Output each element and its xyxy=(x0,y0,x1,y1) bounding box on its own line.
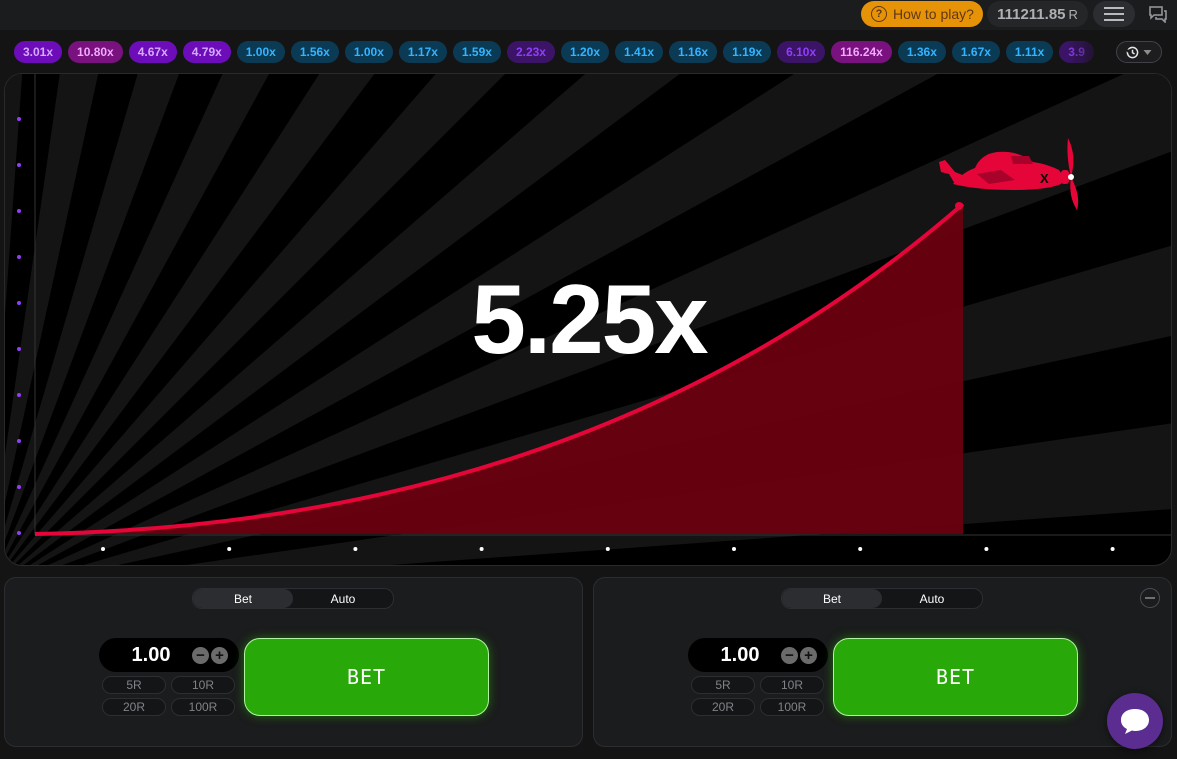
history-multiplier: 1.11x xyxy=(1005,41,1054,63)
x-axis-dot xyxy=(605,547,610,551)
quick-bet-100[interactable]: 100R xyxy=(760,698,824,716)
history-multiplier: 1.36x xyxy=(897,41,946,63)
x-axis-dot xyxy=(858,547,863,551)
bet-button[interactable]: BET xyxy=(244,638,489,716)
history-bar: 3.01x 10.80x 4.67x 4.79x 1.00x 1.56x 1.00x 1.17… xyxy=(0,30,1177,74)
x-axis-dot xyxy=(984,547,989,551)
history-multiplier: 1.00x xyxy=(344,41,393,63)
history-multiplier: 4.67x xyxy=(128,41,177,63)
how-to-play-label: How to play? xyxy=(893,6,974,22)
quick-bet-5[interactable]: 5R xyxy=(102,676,166,694)
bet-panel-2: Bet Auto − + 5R 10R 20R 100R BET xyxy=(593,577,1172,747)
balance-display: 111211.85 R xyxy=(987,1,1088,27)
history-list: 3.01x 10.80x 4.67x 4.79x 1.00x 1.56x 1.00x 1.17… xyxy=(14,41,1110,63)
y-axis-dot xyxy=(17,255,21,259)
tab-auto[interactable]: Auto xyxy=(293,589,393,608)
tab-auto[interactable]: Auto xyxy=(882,589,982,608)
history-multiplier: 1.16x xyxy=(669,41,718,63)
stake-input[interactable] xyxy=(115,638,187,672)
stake-input[interactable] xyxy=(704,638,776,672)
increase-stake-button[interactable]: + xyxy=(800,647,817,664)
question-icon: ? xyxy=(871,6,887,22)
x-axis-dot xyxy=(227,547,232,551)
decrease-stake-button[interactable]: − xyxy=(192,647,209,664)
history-multiplier: 2.23x xyxy=(506,41,555,63)
history-toggle-button[interactable] xyxy=(1116,41,1162,63)
history-multiplier: 3.9 xyxy=(1059,41,1094,63)
balance-currency: R xyxy=(1068,6,1078,22)
tab-bet[interactable]: Bet xyxy=(193,589,293,608)
history-icon xyxy=(1126,46,1139,58)
history-multiplier: 1.56x xyxy=(290,41,339,63)
history-multiplier: 1.59x xyxy=(452,41,501,63)
quick-bet-10[interactable]: 10R xyxy=(760,676,824,694)
x-axis-dot xyxy=(479,547,484,551)
chevron-down-icon xyxy=(1143,49,1152,55)
x-axis-dot xyxy=(101,547,105,551)
chat-button[interactable] xyxy=(1107,693,1163,749)
y-axis-dot xyxy=(17,439,21,443)
history-multiplier: 1.00x xyxy=(236,41,285,63)
history-multiplier: 6.10x xyxy=(777,41,826,63)
quick-bet-20[interactable]: 20R xyxy=(691,698,755,716)
quick-bet-20[interactable]: 20R xyxy=(102,698,166,716)
x-axis-dot xyxy=(732,547,736,551)
bet-mode-tabs: Bet Auto xyxy=(192,588,394,609)
x-axis-dot xyxy=(1110,547,1115,551)
balance-amount: 111211.85 xyxy=(997,5,1066,23)
remove-panel-button[interactable] xyxy=(1140,588,1160,608)
chat-toggle-button[interactable] xyxy=(1142,1,1174,27)
bet-button[interactable]: BET xyxy=(833,638,1078,716)
y-axis-dot xyxy=(17,209,21,213)
game-canvas: X 5.25x xyxy=(4,73,1172,566)
y-axis-dot xyxy=(17,163,21,167)
history-multiplier: 116.24x xyxy=(831,41,892,63)
history-multiplier: 10.80x xyxy=(68,41,123,63)
tab-bet[interactable]: Bet xyxy=(782,589,882,608)
y-axis-dot xyxy=(17,393,21,397)
quick-bet-100[interactable]: 100R xyxy=(171,698,235,716)
history-multiplier: 4.79x xyxy=(182,41,231,63)
stake-stepper: − + xyxy=(688,638,828,672)
hamburger-icon xyxy=(1104,7,1124,21)
history-multiplier: 3.01x xyxy=(14,41,63,63)
how-to-play-button[interactable]: ? How to play? xyxy=(861,1,983,27)
bet-mode-tabs: Bet Auto xyxy=(781,588,983,609)
current-multiplier: 5.25x xyxy=(471,264,708,374)
increase-stake-button[interactable]: + xyxy=(211,647,228,664)
decrease-stake-button[interactable]: − xyxy=(781,647,798,664)
menu-button[interactable] xyxy=(1093,1,1135,27)
x-axis-dot xyxy=(353,547,358,551)
y-axis-dot xyxy=(17,531,21,535)
y-axis-dot xyxy=(17,117,21,121)
chat-bubbles-icon xyxy=(1149,6,1167,23)
chat-bubble-icon xyxy=(1121,709,1149,734)
history-multiplier: 1.41x xyxy=(615,41,664,63)
history-multiplier: 1.19x xyxy=(723,41,772,63)
x-axis-dots xyxy=(101,547,1115,551)
history-multiplier: 1.17x xyxy=(398,41,447,63)
bet-panel-1: Bet Auto − + 5R 10R 20R 100R BET xyxy=(4,577,583,747)
minus-icon xyxy=(1145,597,1155,599)
y-axis-dot xyxy=(17,485,21,489)
quick-bet-5[interactable]: 5R xyxy=(691,676,755,694)
top-bar: ? How to play? 111211.85 R xyxy=(0,0,1177,30)
history-multiplier: 1.20x xyxy=(560,41,610,63)
history-multiplier: 1.67x xyxy=(951,41,1000,63)
quick-bet-10[interactable]: 10R xyxy=(171,676,235,694)
svg-text:X: X xyxy=(1040,171,1049,186)
stake-stepper: − + xyxy=(99,638,239,672)
